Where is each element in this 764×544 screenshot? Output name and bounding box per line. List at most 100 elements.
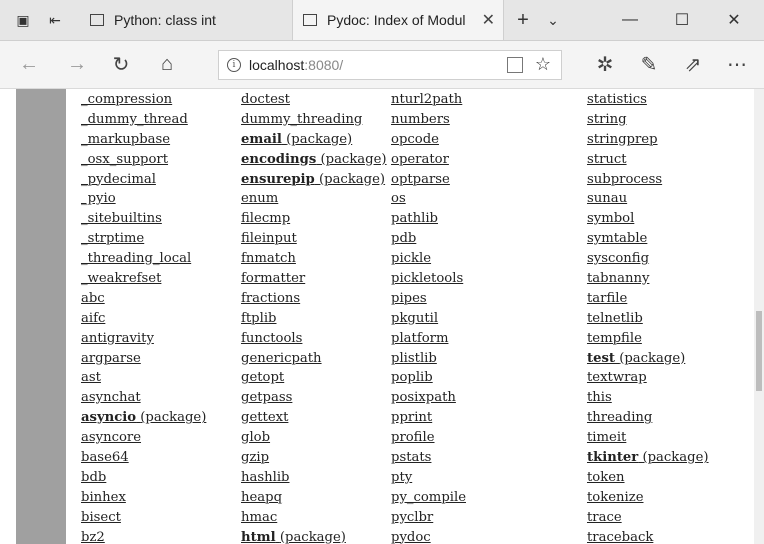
- url-field[interactable]: i localhost:8080/ ☆: [218, 50, 562, 80]
- module-link[interactable]: encodings (package): [241, 152, 387, 167]
- module-link[interactable]: _pyio: [81, 191, 116, 206]
- close-window-icon[interactable]: ✕: [708, 0, 760, 40]
- module-link[interactable]: email (package): [241, 132, 352, 147]
- set-aside-tabs-icon[interactable]: ⇤: [42, 0, 68, 40]
- module-link[interactable]: doctest: [241, 92, 290, 107]
- module-link[interactable]: getopt: [241, 370, 284, 385]
- module-link[interactable]: trace: [587, 510, 622, 525]
- module-link[interactable]: hmac: [241, 510, 277, 525]
- maximize-icon[interactable]: ☐: [656, 0, 708, 40]
- chevron-down-icon[interactable]: ⌄: [540, 0, 566, 40]
- module-link[interactable]: pprint: [391, 410, 432, 425]
- module-link[interactable]: profile: [391, 430, 435, 445]
- module-link[interactable]: tkinter (package): [587, 450, 709, 465]
- module-link[interactable]: posixpath: [391, 390, 456, 405]
- module-link[interactable]: tokenize: [587, 490, 644, 505]
- module-link[interactable]: fileinput: [241, 231, 297, 246]
- module-link[interactable]: gzip: [241, 450, 269, 465]
- module-link[interactable]: _markupbase: [81, 132, 170, 147]
- new-tab-icon[interactable]: +: [510, 0, 536, 40]
- module-link[interactable]: ensurepip (package): [241, 172, 385, 187]
- module-link[interactable]: opcode: [391, 132, 439, 147]
- module-link[interactable]: tempfile: [587, 331, 642, 346]
- module-link[interactable]: struct: [587, 152, 627, 167]
- module-link[interactable]: stringprep: [587, 132, 658, 147]
- module-link[interactable]: sysconfig: [587, 251, 649, 266]
- module-link[interactable]: html (package): [241, 530, 346, 544]
- module-link[interactable]: optparse: [391, 172, 450, 187]
- module-link[interactable]: token: [587, 470, 625, 485]
- home-icon[interactable]: ⌂: [150, 41, 184, 88]
- module-link[interactable]: hashlib: [241, 470, 290, 485]
- module-link[interactable]: asyncio (package): [81, 410, 206, 425]
- module-link[interactable]: fractions: [241, 291, 300, 306]
- favorites-hub-icon[interactable]: ✲: [588, 41, 622, 88]
- tab-pydoc-index[interactable]: Pydoc: Index of Modul ✕: [292, 0, 504, 40]
- module-link[interactable]: enum: [241, 191, 278, 206]
- module-link[interactable]: base64: [81, 450, 129, 465]
- module-link[interactable]: test (package): [587, 351, 685, 366]
- module-link[interactable]: bisect: [81, 510, 121, 525]
- module-link[interactable]: statistics: [587, 92, 647, 107]
- module-link[interactable]: _weakrefset: [81, 271, 161, 286]
- share-icon[interactable]: ⇗: [676, 41, 710, 88]
- module-link[interactable]: nturl2path: [391, 92, 462, 107]
- reading-view-icon[interactable]: [507, 57, 523, 73]
- module-link[interactable]: _compression: [81, 92, 172, 107]
- module-link[interactable]: this: [587, 390, 612, 405]
- module-link[interactable]: ast: [81, 370, 101, 385]
- module-link[interactable]: threading: [587, 410, 652, 425]
- module-link[interactable]: pkgutil: [391, 311, 438, 326]
- module-link[interactable]: glob: [241, 430, 270, 445]
- module-link[interactable]: telnetlib: [587, 311, 643, 326]
- module-link[interactable]: pdb: [391, 231, 416, 246]
- module-link[interactable]: genericpath: [241, 351, 322, 366]
- module-link[interactable]: argparse: [81, 351, 141, 366]
- module-link[interactable]: pydoc: [391, 530, 431, 544]
- module-link[interactable]: sunau: [587, 191, 627, 206]
- module-link[interactable]: bdb: [81, 470, 106, 485]
- module-link[interactable]: asyncore: [81, 430, 141, 445]
- tab-preview-icon[interactable]: ▣: [10, 0, 36, 40]
- module-link[interactable]: formatter: [241, 271, 305, 286]
- web-note-pen-icon[interactable]: ✎: [632, 41, 666, 88]
- module-link[interactable]: aifc: [81, 311, 105, 326]
- more-menu-icon[interactable]: ⋯: [720, 41, 754, 88]
- module-link[interactable]: _threading_local: [81, 251, 191, 266]
- module-link[interactable]: pty: [391, 470, 412, 485]
- module-link[interactable]: fnmatch: [241, 251, 296, 266]
- module-link[interactable]: poplib: [391, 370, 433, 385]
- info-icon[interactable]: i: [227, 58, 241, 72]
- module-link[interactable]: tabnanny: [587, 271, 649, 286]
- module-link[interactable]: heapq: [241, 490, 282, 505]
- module-link[interactable]: _dummy_thread: [81, 112, 188, 127]
- module-link[interactable]: py_compile: [391, 490, 466, 505]
- module-link[interactable]: pickle: [391, 251, 431, 266]
- module-link[interactable]: bz2: [81, 530, 105, 544]
- minimize-icon[interactable]: —: [604, 0, 656, 40]
- refresh-icon[interactable]: ↻: [104, 41, 138, 88]
- close-tab-icon[interactable]: ✕: [482, 10, 495, 30]
- module-link[interactable]: tarfile: [587, 291, 627, 306]
- module-link[interactable]: ftplib: [241, 311, 277, 326]
- module-link[interactable]: plistlib: [391, 351, 437, 366]
- back-arrow-icon[interactable]: ←: [12, 41, 46, 88]
- module-link[interactable]: operator: [391, 152, 449, 167]
- module-link[interactable]: symtable: [587, 231, 647, 246]
- module-link[interactable]: asynchat: [81, 390, 141, 405]
- forward-arrow-icon[interactable]: →: [60, 41, 94, 88]
- module-link[interactable]: _osx_support: [81, 152, 168, 167]
- module-link[interactable]: functools: [241, 331, 302, 346]
- module-link[interactable]: pstats: [391, 450, 431, 465]
- module-link[interactable]: filecmp: [241, 211, 290, 226]
- scrollbar-thumb[interactable]: [756, 311, 762, 391]
- module-link[interactable]: antigravity: [81, 331, 154, 346]
- module-link[interactable]: pickletools: [391, 271, 463, 286]
- module-link[interactable]: subprocess: [587, 172, 662, 187]
- module-link[interactable]: _sitebuiltins: [81, 211, 162, 226]
- module-link[interactable]: _pydecimal: [81, 172, 156, 187]
- module-link[interactable]: getpass: [241, 390, 292, 405]
- module-link[interactable]: os: [391, 191, 406, 206]
- module-link[interactable]: pathlib: [391, 211, 438, 226]
- tab-python-class-int[interactable]: Python: class int: [80, 0, 290, 40]
